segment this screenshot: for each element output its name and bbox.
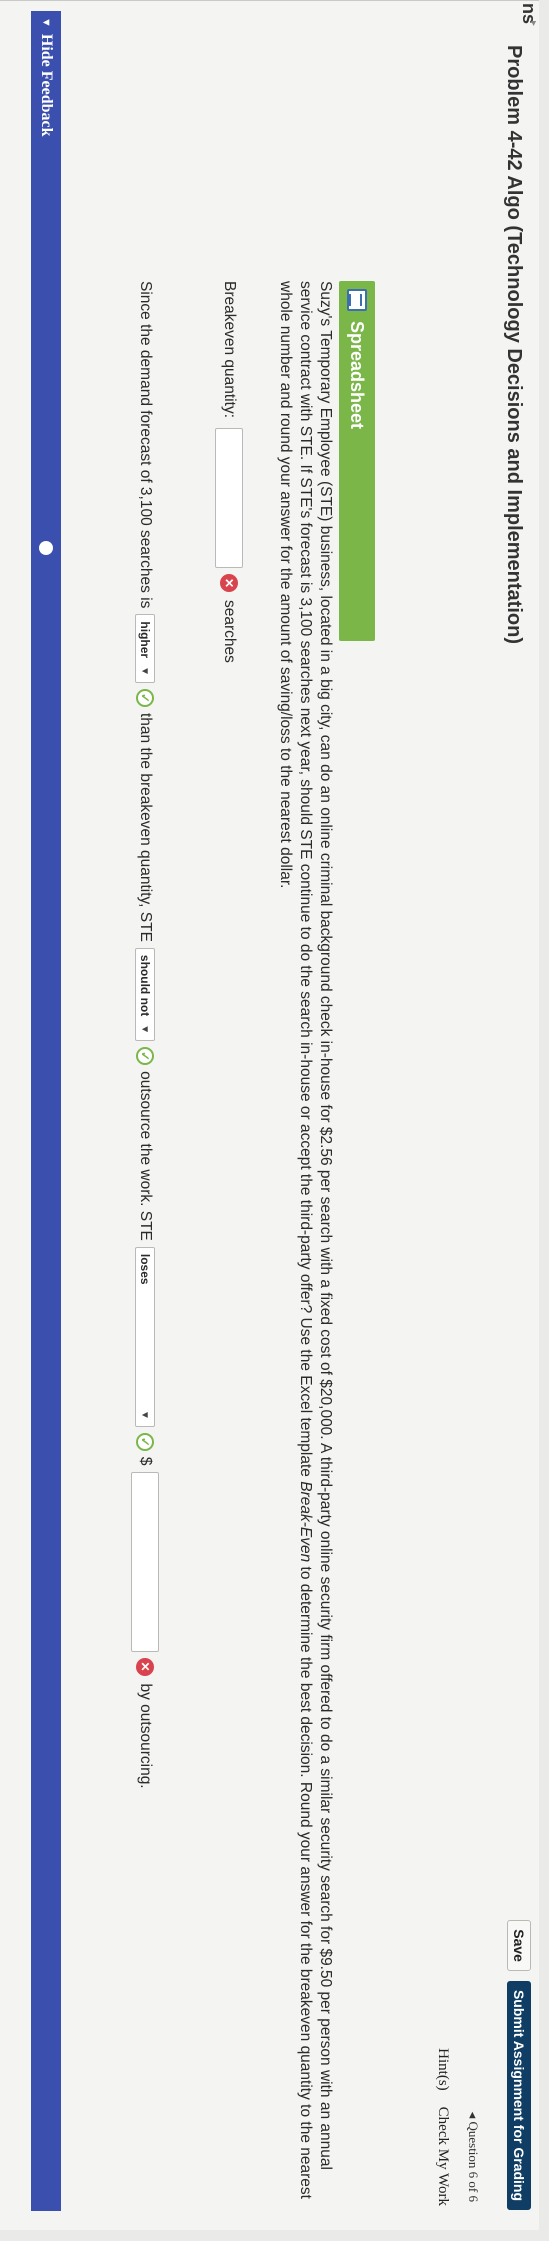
decision-mid2: outsource the work. STE: [137, 1071, 154, 1241]
incorrect-x-icon: ✕: [136, 1657, 154, 1676]
decision-row: Since the demand forecast of 3,100 searc…: [131, 281, 159, 1789]
submit-assignment-button[interactable]: Submit Assignment for Grading: [507, 1980, 531, 2210]
help-links: Hint(s) Check My Work: [434, 2048, 451, 2206]
breakeven-unit: searches: [221, 600, 238, 663]
breakeven-label: Breakeven quantity:: [221, 281, 238, 419]
chevron-down-icon: ▼: [139, 1024, 151, 1035]
hide-feedback-label: Hide Feedback: [38, 33, 55, 137]
template-name: Break-Even: [297, 1481, 314, 1563]
save-button[interactable]: Save: [507, 1920, 531, 1971]
correct-check-icon: ✓: [136, 689, 154, 707]
breakeven-row: Breakeven quantity: ✕ searches: [215, 281, 243, 663]
decision-suffix: by outsourcing.: [137, 1683, 154, 1789]
chevron-down-icon: ▼: [139, 1409, 151, 1420]
hide-feedback-bar[interactable]: ▼ Hide Feedback: [31, 11, 61, 2211]
toolbar: Save Submit Assignment for Grading: [507, 1920, 531, 2210]
problem-text: Suzy's Temporary Employee (STE) business…: [275, 281, 335, 2201]
amount-input[interactable]: [131, 1471, 159, 1652]
decision-mid1: than the breakeven quantity, STE: [137, 713, 154, 942]
outsource-select[interactable]: should not ▼: [135, 947, 155, 1042]
status-dot-icon: [39, 541, 53, 555]
comparison-select-value: higher: [138, 621, 152, 659]
problem-pane: ns ▸ Problem 4-42 Algo (Technology Decis…: [0, 0, 539, 2230]
correct-check-icon: ✓: [136, 1047, 154, 1066]
spreadsheet-label: Spreadsheet: [347, 321, 368, 430]
chevron-down-icon: ▼: [139, 666, 151, 676]
collapse-arrow-icon[interactable]: ▸: [528, 21, 539, 26]
spreadsheet-button[interactable]: Spreadsheet: [339, 281, 375, 641]
hints-link[interactable]: Hint(s): [434, 2048, 451, 2091]
triangle-down-icon: ▼: [40, 17, 52, 28]
spreadsheet-icon: [347, 289, 367, 311]
question-nav[interactable]: ◂ Question 6 of 6: [465, 2112, 481, 2202]
currency-symbol: $: [137, 1456, 154, 1466]
decision-prefix: Since the demand forecast of 3,100 searc…: [137, 281, 154, 609]
outsource-select-value: should not: [138, 954, 152, 1017]
incorrect-x-icon: ✕: [220, 574, 238, 593]
correct-check-icon: ✓: [136, 1432, 154, 1451]
gain-loss-select[interactable]: loses ▼: [135, 1246, 155, 1427]
problem-title: Problem 4-42 Algo (Technology Decisions …: [503, 45, 525, 644]
assignment-page: ns ▸ Problem 4-42 Algo (Technology Decis…: [0, 0, 549, 2241]
comparison-select[interactable]: higher ▼: [135, 614, 155, 683]
breakeven-input[interactable]: [215, 428, 243, 569]
check-my-work-link[interactable]: Check My Work: [434, 2107, 451, 2206]
gain-loss-select-value: loses: [138, 1253, 152, 1285]
